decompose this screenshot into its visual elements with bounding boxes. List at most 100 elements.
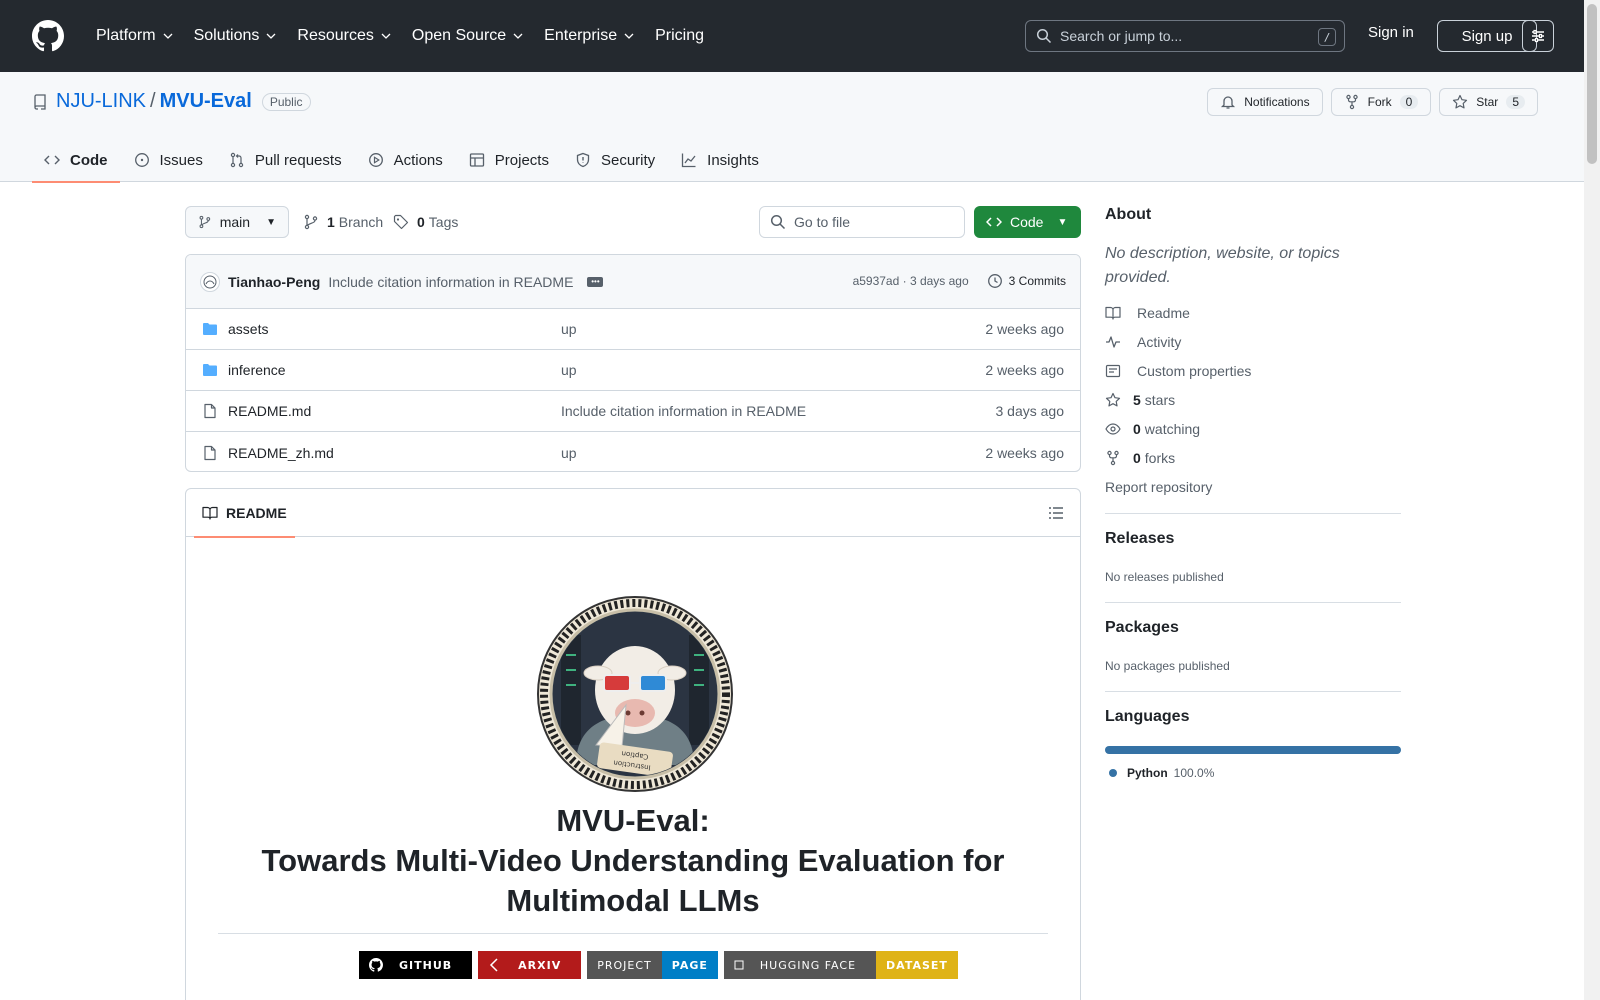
github-logo-icon[interactable]: [32, 20, 64, 52]
star-button[interactable]: Star 5: [1439, 88, 1538, 116]
commit-message-link[interactable]: Include citation information in README: [328, 274, 573, 290]
file-name[interactable]: README_zh.md: [228, 445, 334, 461]
avatar-icon: [203, 275, 217, 288]
arxiv-icon: [490, 958, 498, 972]
tab-issues[interactable]: Issues: [122, 138, 215, 182]
stars-link[interactable]: 5 stars: [1105, 385, 1401, 414]
file-commit-message[interactable]: up: [561, 362, 577, 378]
avatar[interactable]: [200, 271, 220, 292]
hugging-face-badge[interactable]: HUGGING FACE DATASET: [723, 951, 958, 979]
book-icon: [202, 506, 218, 520]
language-bar: [1105, 746, 1401, 754]
file-row-inference[interactable]: inference up 2 weeks ago: [186, 350, 1080, 391]
tab-actions[interactable]: Actions: [356, 138, 455, 182]
chevron-down-icon: [624, 33, 634, 39]
readme-header: README: [186, 489, 1080, 538]
language-name: Python: [1127, 766, 1168, 780]
project-page-badge[interactable]: PROJECT PAGE: [587, 951, 718, 979]
file-commit-message[interactable]: up: [561, 445, 577, 461]
go-to-file-placeholder: Go to file: [794, 214, 851, 230]
nav-pricing[interactable]: Pricing: [645, 19, 714, 53]
expand-commit-button[interactable]: •••: [587, 276, 604, 287]
repo-sidebar: About No description, website, or topics…: [1105, 206, 1401, 780]
tab-insights[interactable]: Insights: [669, 138, 771, 182]
tag-count: 0: [417, 214, 425, 230]
badge-right: PAGE: [661, 951, 718, 979]
shield-icon: [576, 152, 590, 168]
language-item[interactable]: Python 100.0%: [1105, 766, 1401, 780]
item-label: watching: [1144, 420, 1201, 437]
list-icon[interactable]: [1048, 505, 1064, 521]
fork-count: 0: [1399, 95, 1419, 109]
activity-link[interactable]: Activity: [1105, 327, 1401, 356]
book-icon: [1105, 306, 1121, 320]
tag-label: Tags: [428, 214, 459, 230]
divider: [1105, 602, 1401, 603]
commit-author-link[interactable]: Tianhao-Peng: [228, 274, 320, 290]
arxiv-badge[interactable]: ARXIV: [478, 951, 582, 979]
tab-label: Security: [600, 151, 656, 169]
tags-link[interactable]: 0 Tags: [393, 214, 458, 230]
branch-label: Branch: [338, 214, 384, 230]
github-badge[interactable]: GITHUB: [359, 951, 473, 979]
item-label: forks: [1144, 449, 1176, 466]
badge-left: GITHUB: [359, 951, 473, 979]
star-count: 5: [1506, 95, 1525, 109]
fork-button[interactable]: Fork 0: [1330, 88, 1432, 116]
repo-name-link[interactable]: MVU-Eval: [160, 90, 252, 113]
packages-heading[interactable]: Packages: [1105, 619, 1401, 637]
branches-link[interactable]: 1 Branch: [303, 214, 383, 230]
readme-title-line: Multimodal LLMs: [506, 883, 760, 918]
report-repository-link[interactable]: Report repository: [1105, 472, 1401, 501]
divider: [218, 933, 1048, 934]
nav-open-source[interactable]: Open Source: [402, 19, 534, 53]
repo-separator: /: [150, 90, 156, 112]
file-date: 2 weeks ago: [985, 444, 1064, 461]
file-icon: [204, 403, 216, 419]
repo-tabs: Code Issues Pull requests Actions Projec…: [32, 138, 773, 183]
tab-security[interactable]: Security: [563, 138, 667, 182]
go-to-file-input[interactable]: Go to file: [759, 206, 965, 238]
releases-heading[interactable]: Releases: [1105, 530, 1401, 548]
tab-code[interactable]: Code: [32, 138, 120, 183]
file-row-readme-zh[interactable]: README_zh.md up 2 weeks ago: [186, 432, 1080, 471]
watching-link[interactable]: 0 watching: [1105, 414, 1401, 443]
branch-select-button[interactable]: main ▼: [185, 206, 289, 238]
readme-link[interactable]: Readme: [1105, 298, 1401, 327]
sign-in-link[interactable]: Sign in: [1368, 24, 1414, 41]
readme-tab[interactable]: README: [194, 489, 295, 538]
table-icon: [469, 153, 484, 167]
scrollbar-thumb[interactable]: [1587, 4, 1597, 164]
nav-solutions[interactable]: Solutions: [184, 19, 288, 53]
tab-projects[interactable]: Projects: [457, 138, 561, 182]
tab-label: Issues: [159, 151, 203, 169]
nav-enterprise[interactable]: Enterprise: [534, 19, 645, 53]
file-row-readme[interactable]: README.md Include citation information i…: [186, 391, 1080, 432]
notifications-button[interactable]: Notifications: [1207, 88, 1323, 116]
badge-text: HUGGING FACE: [759, 958, 857, 972]
global-search-input[interactable]: Search or jump to... /: [1025, 20, 1345, 52]
tab-pull-requests[interactable]: Pull requests: [217, 138, 354, 182]
file-row-assets[interactable]: assets up 2 weeks ago: [186, 309, 1080, 350]
commits-link[interactable]: 3 Commits: [987, 273, 1066, 289]
branch-name: main: [219, 214, 251, 230]
issue-icon: [134, 153, 149, 167]
commit-hash-time[interactable]: a5937ad · 3 days ago: [853, 274, 969, 288]
file-commit-message[interactable]: Include citation information in README: [561, 403, 806, 419]
code-dropdown-button[interactable]: Code ▼: [974, 206, 1081, 238]
badge-left: PROJECT: [587, 951, 662, 979]
file-name[interactable]: assets: [228, 321, 268, 337]
repo-owner-link[interactable]: NJU-LINK: [56, 90, 146, 113]
file-name[interactable]: inference: [228, 362, 286, 378]
page-scrollbar[interactable]: [1584, 0, 1600, 1000]
badge-text: GITHUB: [399, 958, 453, 972]
file-commit-message[interactable]: up: [561, 321, 577, 337]
nav-resources[interactable]: Resources: [287, 19, 401, 53]
item-label: Readme: [1137, 304, 1190, 321]
nav-platform[interactable]: Platform: [86, 19, 184, 53]
forks-link[interactable]: 0 forks: [1105, 443, 1401, 472]
file-name[interactable]: README.md: [228, 403, 311, 419]
custom-properties-link[interactable]: Custom properties: [1105, 356, 1401, 385]
header-menu-button[interactable]: [1522, 20, 1554, 52]
readme-panel: README Caption Instruction MVU-Eval: Tow…: [185, 488, 1081, 1000]
